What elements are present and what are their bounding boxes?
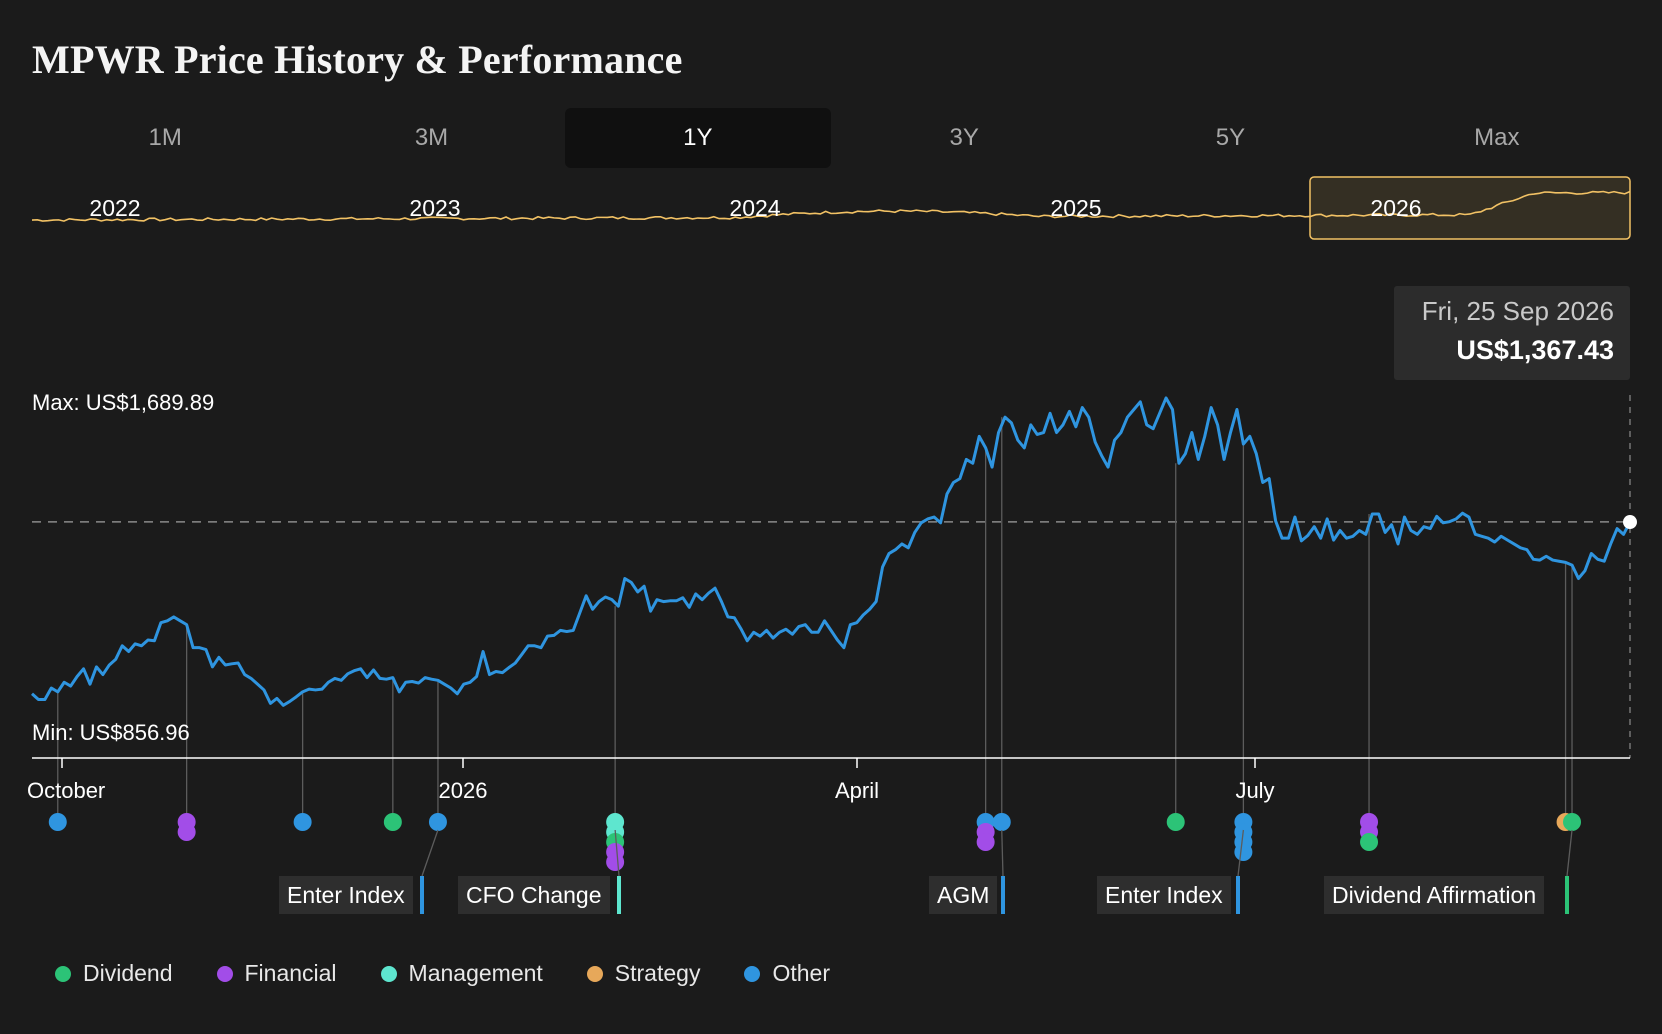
event-label-color-bar (1236, 876, 1240, 914)
event-label-color-bar (1001, 876, 1005, 914)
min-price-label: Min: US$856.96 (32, 720, 190, 745)
event-label-connector (1001, 829, 1004, 877)
other-dot-icon (744, 965, 761, 982)
event-marker-financial (177, 823, 196, 841)
event-label-connector (421, 829, 439, 877)
management-dot-icon (380, 965, 397, 982)
navigator-year-label: 2022 (89, 195, 140, 221)
event-label-agm[interactable]: AGM (929, 876, 998, 914)
event-label-cfo-change[interactable]: CFO Change (458, 876, 610, 914)
event-label-enter-index-2[interactable]: Enter Index (1097, 876, 1231, 914)
event-label-connector (1566, 829, 1573, 877)
event-marker-financial (1360, 833, 1379, 851)
event-label-dividend-affirmation[interactable]: Dividend Affirmation (1324, 876, 1545, 914)
event-marker-other (976, 833, 995, 851)
legend-item-management[interactable]: Management (380, 960, 543, 987)
price-series-line (31, 396, 1632, 707)
financial-dot-icon (216, 965, 233, 982)
event-marker-other (428, 813, 447, 831)
event-marker-dividend (1166, 813, 1185, 831)
legend-item-dividend[interactable]: Dividend (55, 960, 173, 987)
legend-item-other[interactable]: Other (744, 960, 830, 987)
navigator-year-label: 2023 (409, 195, 460, 221)
event-marker-other (992, 813, 1011, 831)
x-tick-label: April (835, 778, 879, 803)
navigator-selection-window (1309, 176, 1631, 240)
event-marker-other (1234, 843, 1253, 861)
event-label-color-bar (420, 876, 424, 914)
navigator-year-label: 2024 (729, 195, 780, 221)
price-tooltip: Fri, 25 Sep 2026 US$1,367.43 (1394, 286, 1630, 380)
max-price-label: Max: US$1,689.89 (32, 390, 215, 415)
strategy-dot-icon (586, 965, 603, 982)
current-price-marker (1623, 515, 1637, 530)
legend-item-strategy[interactable]: Strategy (586, 960, 700, 987)
event-marker-dividend (383, 813, 402, 831)
tooltip-price: US$1,367.43 (1456, 335, 1614, 365)
legend-item-financial[interactable]: Financial (216, 960, 337, 987)
x-tick-label: 2026 (439, 778, 488, 803)
dividend-dot-icon (55, 965, 71, 982)
event-marker-other (48, 813, 67, 831)
event-label-enter-index-1[interactable]: Enter Index (279, 876, 413, 914)
legend: Dividend Financial Management Strategy O… (55, 960, 874, 987)
event-marker-management (606, 853, 625, 871)
x-tick-label: October (27, 778, 105, 803)
event-marker-other (293, 813, 312, 831)
event-label-color-bar (1565, 876, 1569, 914)
navigator-year-label: 2025 (1050, 195, 1101, 221)
x-tick-label: July (1235, 778, 1274, 803)
navigator-year-label: 2026 (1370, 195, 1421, 221)
event-marker-dividend (1563, 813, 1582, 831)
event-label-color-bar (617, 876, 621, 914)
tooltip-date: Fri, 25 Sep 2026 (1421, 296, 1614, 326)
